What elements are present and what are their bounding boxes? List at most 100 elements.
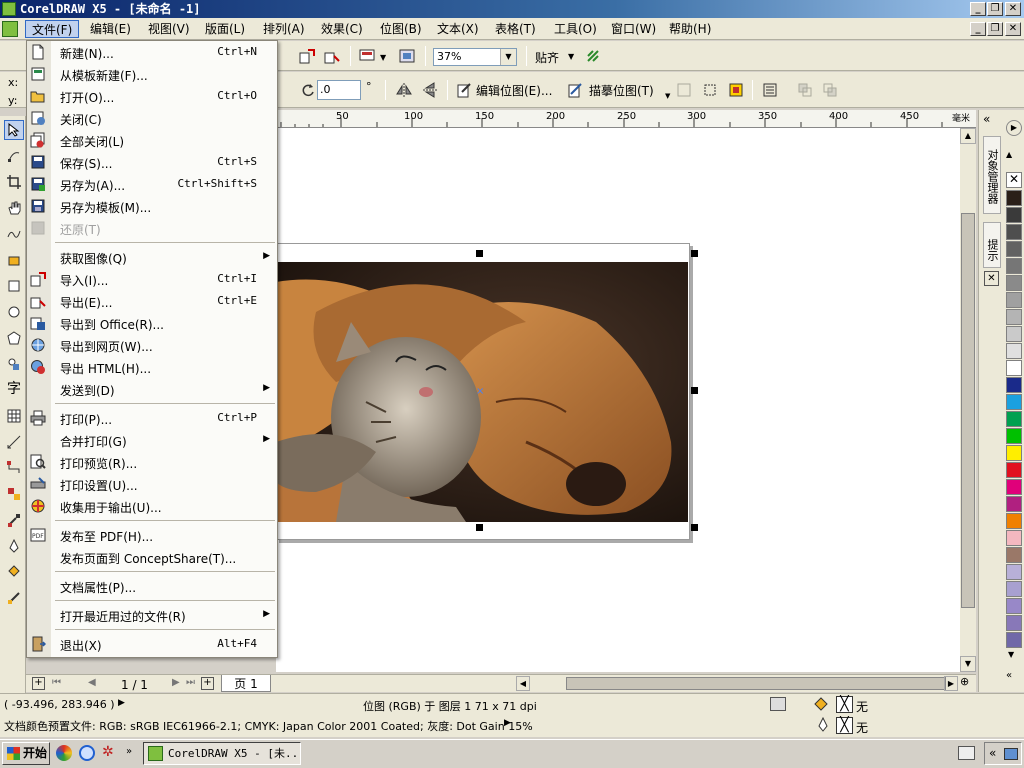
pan-tool-icon[interactable] [4,198,24,218]
table-tool-icon[interactable] [4,406,24,426]
chevron-down-icon[interactable]: ▼ [500,49,516,65]
scroll-right-icon[interactable]: ▶ [944,676,958,691]
close-docker-icon[interactable]: ✕ [984,271,999,286]
interactive-fill-tool-icon[interactable] [4,588,24,608]
color-swatch[interactable] [1006,207,1022,223]
selection-handle[interactable] [476,524,483,531]
add-page-icon[interactable]: + [32,677,45,690]
menu-item-export-web[interactable]: 导出到网页(W)... [27,334,277,356]
to-front-icon[interactable] [795,80,815,100]
tray-expand-icon[interactable]: « [989,746,996,760]
color-swatch[interactable] [1006,411,1022,427]
color-swatch[interactable] [1006,377,1022,393]
doc-minimize-button[interactable]: _ [970,22,986,36]
drawing-canvas[interactable]: × [276,128,960,672]
page-tab[interactable]: 页 1 [221,675,271,692]
color-swatch[interactable] [1006,241,1022,257]
scroll-left-icon[interactable]: ◀ [516,676,530,691]
color-swatch[interactable] [1006,275,1022,291]
menu-item-close[interactable]: 关闭(C) [27,107,277,129]
add-page-after-icon[interactable]: + [201,677,214,690]
menu-item-publish-conceptshare[interactable]: 发布页面到 ConceptShare(T)... [27,546,277,568]
chevron-right-icon[interactable]: ▶ [118,698,125,708]
navigator-zoom-icon[interactable]: ⊕ [960,675,969,688]
color-swatch[interactable] [1006,547,1022,563]
outline-none-swatch[interactable]: ╳ [836,717,853,734]
menu-item-acquire-image[interactable]: 获取图像(Q) ▶ [27,246,277,268]
menu-effects[interactable]: 效果(C) [315,20,369,38]
options-icon[interactable] [583,46,603,66]
menu-item-open[interactable]: 打开(O)... Ctrl+O [27,85,277,107]
menu-item-export-office[interactable]: 导出到 Office(R)... [27,312,277,334]
bitmap-color-mask-icon[interactable] [726,80,746,100]
color-swatch[interactable] [1006,309,1022,325]
color-swatch[interactable] [1006,564,1022,580]
ie-icon[interactable] [79,745,95,761]
palette-expand-icon[interactable]: « [1006,670,1012,681]
menu-item-close-all[interactable]: 全部关闭(L) [27,129,277,151]
menu-item-save-as[interactable]: 另存为(A)... Ctrl+Shift+S [27,173,277,195]
trace-bitmap-icon[interactable] [565,80,585,100]
fill-tool-icon[interactable] [4,562,24,582]
blend-tool-icon[interactable] [4,484,24,504]
color-swatch[interactable] [1006,326,1022,342]
selection-handle[interactable] [476,250,483,257]
connector-tool-icon[interactable] [4,458,24,478]
minimize-button[interactable]: _ [970,2,986,16]
menu-arrange[interactable]: 排列(A) [257,20,311,38]
hints-tab[interactable]: 提示 [983,222,1001,268]
snap-to-button[interactable]: 贴齐 [535,49,559,66]
color-swatch[interactable] [1006,292,1022,308]
chrome-icon[interactable] [56,745,72,761]
crop-bitmap-icon[interactable] [700,80,720,100]
import-icon[interactable] [297,46,317,66]
app-shortcut-icon[interactable]: ✲ [102,744,114,760]
edit-bitmap-icon[interactable] [454,80,474,100]
menu-layout[interactable]: 版面(L) [199,20,251,38]
menu-help[interactable]: 帮助(H) [663,20,717,38]
close-button[interactable]: ✕ [1005,2,1021,16]
menu-item-exit[interactable]: 退出(X) Alt+F4 [27,633,277,655]
chevron-down-icon[interactable]: ▼ [665,92,670,100]
scroll-thumb[interactable] [961,213,975,608]
fill-none-swatch[interactable]: ╳ [836,696,853,713]
color-swatch[interactable] [1006,258,1022,274]
object-manager-tab[interactable]: 对象管理器 [983,136,1001,214]
menu-item-print-preview[interactable]: 打印预览(R)... [27,451,277,473]
freehand-tool-icon[interactable] [4,224,24,244]
snapshot-icon[interactable] [770,697,786,711]
doc-restore-button[interactable]: ❐ [987,22,1003,36]
vertical-scrollbar[interactable]: ▲ ▼ [960,128,976,672]
welcome-screen-icon[interactable] [397,46,417,66]
doc-close-button[interactable]: ✕ [1005,22,1021,36]
chevron-down-icon[interactable]: ▼ [380,53,386,62]
pick-tool-icon[interactable] [4,120,24,140]
rotation-angle-input[interactable]: .0 [317,80,361,100]
menu-item-recent-files[interactable]: 打开最近用过的文件(R) ▶ [27,604,277,626]
no-color-swatch[interactable]: ✕ [1006,172,1022,188]
start-button[interactable]: 开始 [2,742,50,765]
menu-item-import[interactable]: 导入(I)... Ctrl+I [27,268,277,290]
rectangle-tool-icon[interactable] [4,276,24,296]
taskbar-coreldraw-button[interactable]: CorelDRAW X5 - [未... [143,742,301,765]
color-swatch[interactable] [1006,360,1022,376]
selection-handle[interactable] [691,387,698,394]
color-swatch[interactable] [1006,394,1022,410]
dimension-tool-icon[interactable] [4,432,24,452]
menu-item-collect-for-output[interactable]: 收集用于输出(U)... [27,495,277,517]
menu-table[interactable]: 表格(T) [489,20,542,38]
menu-edit[interactable]: 编辑(E) [84,20,137,38]
color-swatch[interactable] [1006,479,1022,495]
export-icon[interactable] [322,46,342,66]
color-swatch[interactable] [1006,496,1022,512]
menu-tools[interactable]: 工具(O) [548,20,603,38]
color-swatch[interactable] [1006,224,1022,240]
color-swatch[interactable] [1006,615,1022,631]
polygon-tool-icon[interactable] [4,328,24,348]
mirror-vertical-icon[interactable] [420,80,440,100]
wrap-text-icon[interactable] [760,80,780,100]
menu-item-print-setup[interactable]: 打印设置(U)... [27,473,277,495]
basic-shapes-tool-icon[interactable] [4,354,24,374]
palette-scroll-up-icon[interactable]: ▲ [1006,150,1012,159]
color-swatch[interactable] [1006,632,1022,648]
